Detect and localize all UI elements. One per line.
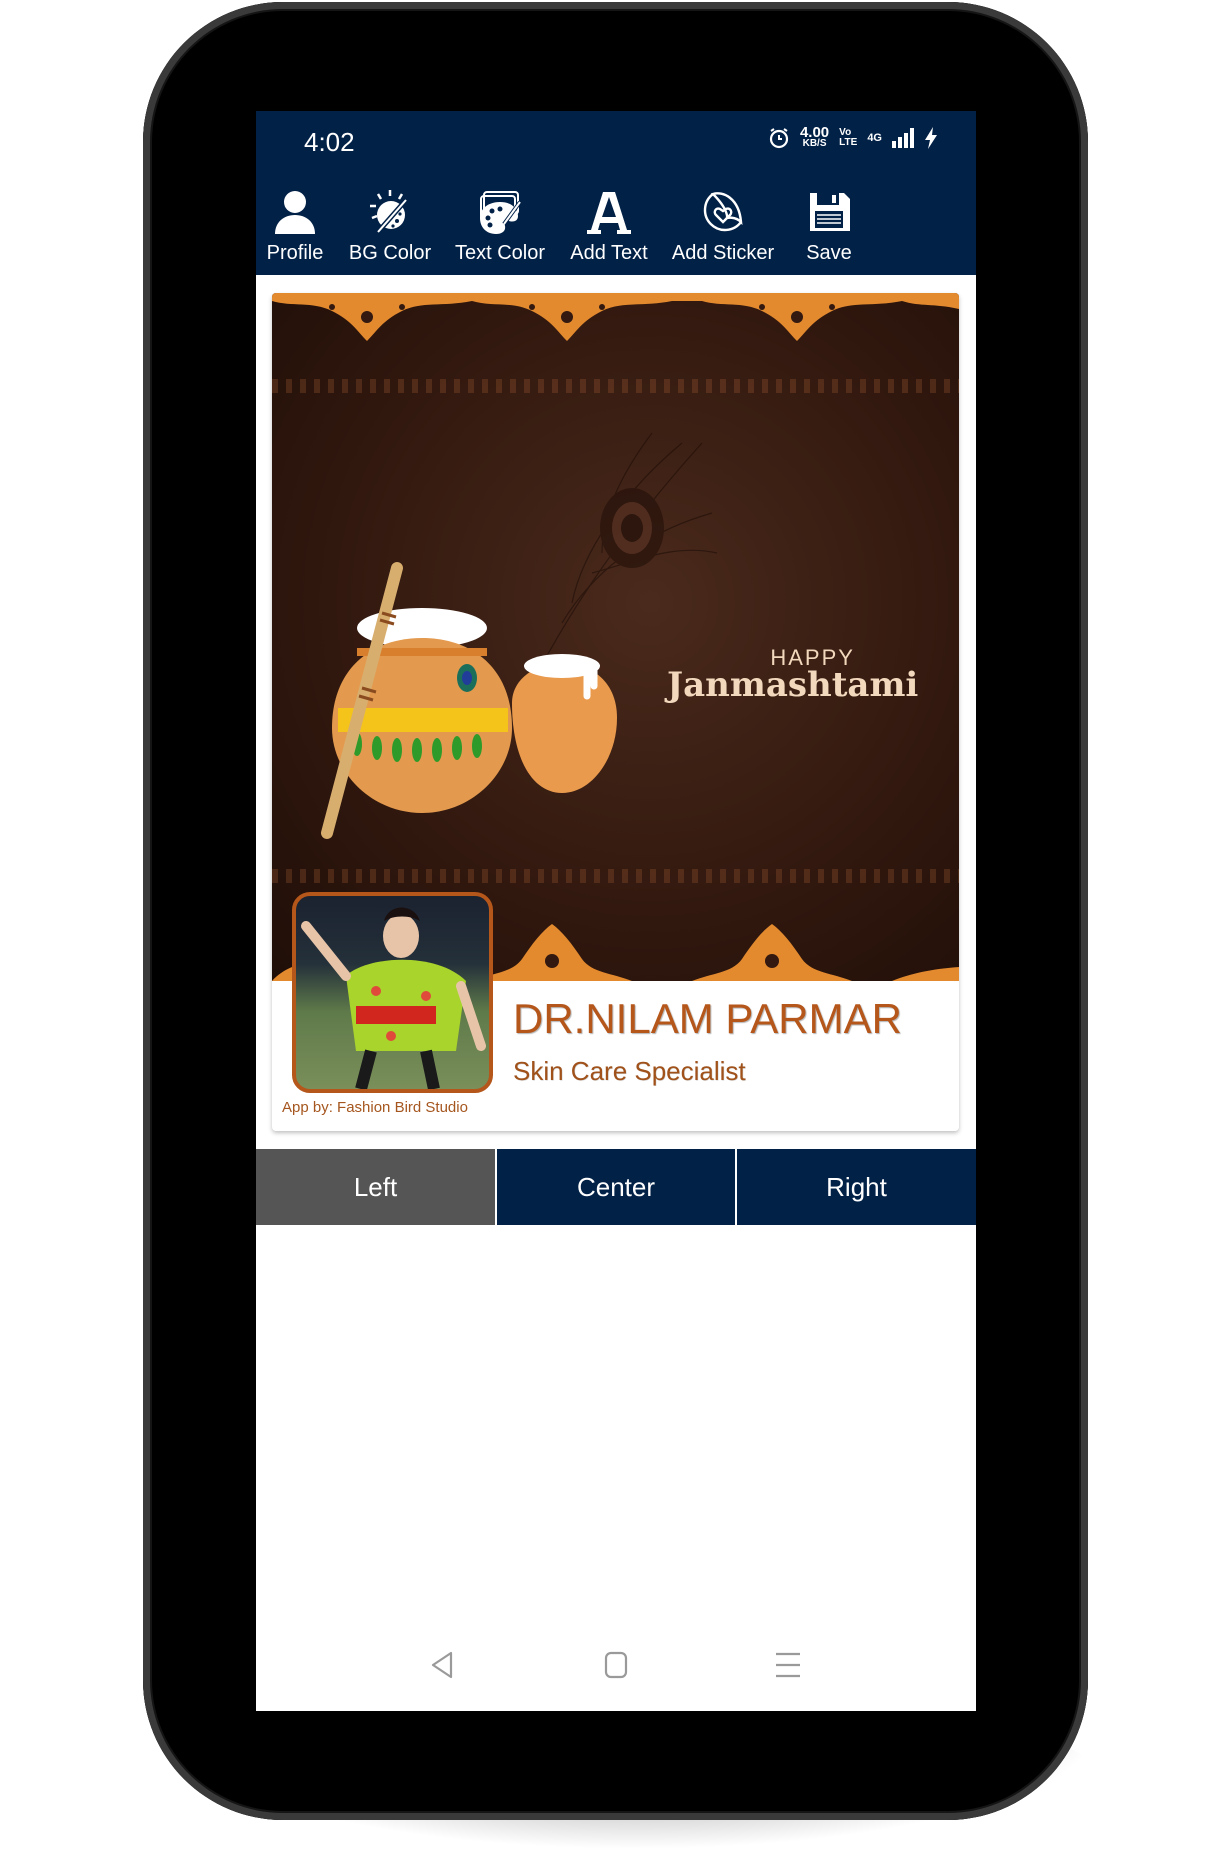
network-speed: 4.00 KB/S	[799, 124, 830, 149]
person-photo-placeholder	[301, 907, 486, 1089]
speed-value: 4.00	[799, 124, 830, 141]
app-screen: 4:02 4.00 KB/S Vo LTE 4G Profile BG Colo…	[256, 111, 976, 1711]
toolbar-label: BG Color	[348, 242, 432, 264]
bg-color-icon	[370, 190, 408, 234]
toolbar-text-color-button[interactable]: Text Color	[446, 168, 554, 275]
speed-unit: KB/S	[802, 138, 827, 149]
toolbar-add-sticker-button[interactable]: Add Sticker	[664, 168, 782, 275]
volte-indicator: Vo LTE	[839, 128, 857, 148]
charging-icon	[925, 127, 937, 149]
top-ornament	[272, 293, 959, 341]
toolbar-add-text-button[interactable]: Add Text	[554, 168, 664, 275]
network-type: 4G	[867, 132, 882, 144]
toolbar-profile-button[interactable]: Profile	[256, 168, 334, 275]
home-icon[interactable]	[600, 1649, 632, 1681]
profile-photo[interactable]	[292, 892, 493, 1093]
app-credit: App by: Fashion Bird Studio	[282, 1099, 468, 1116]
text-a-icon	[587, 192, 631, 234]
toolbar-label: Add Sticker	[671, 242, 775, 264]
volte-bottom: LTE	[839, 137, 858, 148]
toolbar-save-button[interactable]: Save	[782, 168, 876, 275]
back-icon[interactable]	[427, 1649, 459, 1681]
greeting-card-preview[interactable]: HAPPY Janmashtami DR.NILAM PARMAR Skin C…	[272, 293, 959, 1131]
toolbar-label: Text Color	[454, 242, 546, 264]
toolbar-label: Save	[806, 242, 852, 264]
toolbar-bg-color-button[interactable]: BG Color	[334, 168, 446, 275]
text-alignment-bar: Left Center Right	[256, 1149, 976, 1225]
alarm-icon	[769, 128, 789, 149]
card-name[interactable]: DR.NILAM PARMAR	[513, 995, 902, 1043]
janmashtami-banner-image: HAPPY Janmashtami	[272, 293, 959, 981]
toolbar-label: Add Text	[570, 242, 648, 264]
align-left-button[interactable]: Left	[256, 1149, 495, 1225]
toolbar-label: Profile	[266, 242, 324, 264]
floppy-save-icon	[810, 193, 850, 231]
editor-toolbar: Profile BG Color Text Color Add Text Add…	[256, 168, 976, 275]
card-designation[interactable]: Skin Care Specialist	[513, 1056, 746, 1087]
greeting-janmashtami: Janmashtami	[667, 665, 919, 705]
signal-icon	[892, 128, 914, 148]
profile-icon	[275, 191, 315, 234]
status-time: 4:02	[304, 127, 355, 157]
greeting-text: HAPPY Janmashtami	[667, 645, 918, 705]
status-icons: 4.00 KB/S Vo LTE 4G	[768, 124, 938, 149]
sticker-heart-icon	[703, 192, 743, 232]
matki-pots-illustration	[321, 562, 617, 839]
decorative-band	[272, 869, 959, 883]
system-nav-bar	[256, 1641, 976, 1691]
menu-icon[interactable]	[772, 1649, 804, 1681]
align-right-button[interactable]: Right	[737, 1149, 976, 1225]
align-center-button[interactable]: Center	[497, 1149, 735, 1225]
decorative-band	[272, 379, 959, 393]
status-bar: 4:02 4.00 KB/S Vo LTE 4G	[256, 111, 976, 168]
palette-icon	[480, 191, 522, 234]
